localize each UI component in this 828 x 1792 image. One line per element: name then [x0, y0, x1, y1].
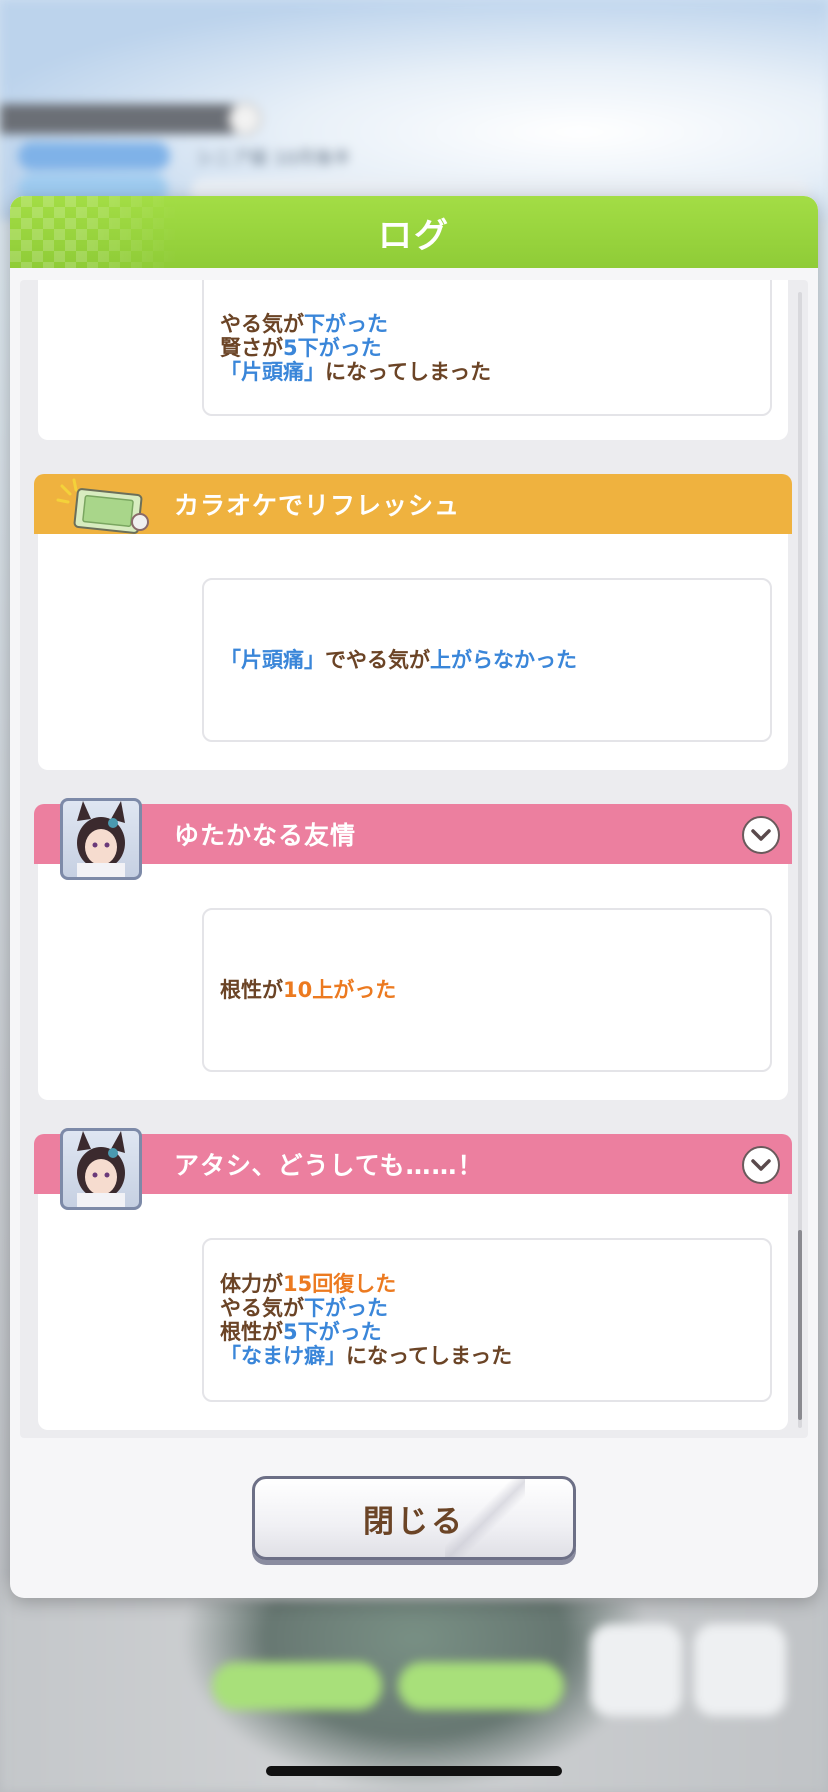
log-line: 根性が10上がった — [220, 978, 397, 1002]
stat-pill — [18, 142, 170, 170]
log-line: やる気が下がった — [220, 312, 388, 336]
status-circle — [228, 102, 262, 136]
log-entry: カラオケでリフレッシュ 「片頭痛」でやる気が上がらなかった — [34, 474, 792, 770]
log-line: 「なまけ癖」になってしまった — [220, 1344, 513, 1368]
log-entry-title: ゆたかなる友情 — [174, 821, 357, 850]
header-pattern — [10, 196, 180, 268]
log-line: 体力が15回復した — [220, 1272, 397, 1296]
home-indicator[interactable] — [266, 1766, 562, 1776]
log-line: 根性が5下がった — [220, 1320, 382, 1344]
log-message-box: 体力が15回復した やる気が下がった 根性が5下がった 「なまけ癖」になってしま… — [202, 1238, 772, 1402]
bg-menu-button — [694, 1624, 786, 1716]
log-message-box: 根性が10上がった — [202, 908, 772, 1072]
log-list[interactable]: やる気が下がった 賢さが5下がった 「片頭痛」になってしまった カラオケでリフレ… — [20, 280, 808, 1438]
close-button-label: 閉じる — [363, 1503, 465, 1540]
character-avatar-icon — [77, 801, 125, 877]
dialog-header: ログ — [10, 196, 818, 268]
log-entry-header: アタシ、どうしても……！ — [34, 1134, 792, 1194]
scrollbar-thumb[interactable] — [798, 1230, 802, 1420]
log-entry: アタシ、どうしても……！ 体力が15回復した やる気が下がった 根性が5下がった… — [34, 1128, 792, 1430]
character-avatar-icon — [77, 1131, 125, 1207]
log-message-box: やる気が下がった 賢さが5下がった 「片頭痛」になってしまった — [202, 280, 772, 416]
log-entry-title: カラオケでリフレッシュ — [174, 491, 461, 520]
chevron-down-icon — [751, 829, 771, 841]
karaoke-ticket-icon — [56, 478, 149, 534]
log-line: 賢さが5下がった — [220, 336, 382, 360]
turn-label: シニア級 10月後半 — [196, 148, 351, 169]
expand-chevron-button[interactable] — [742, 816, 780, 854]
bg-button — [212, 1662, 382, 1710]
character-portrait — [60, 798, 142, 880]
trainee-name-bar — [0, 104, 250, 134]
log-line: 「片頭痛」になってしまった — [220, 360, 492, 384]
log-entry-title: アタシ、どうしても……！ — [174, 1151, 484, 1180]
log-message-box: 「片頭痛」でやる気が上がらなかった — [202, 578, 772, 742]
log-entry-header: ゆたかなる友情 — [34, 804, 792, 864]
log-entry: ゆたかなる友情 根性が10上がった — [34, 798, 792, 1100]
close-button[interactable]: 閉じる — [252, 1476, 576, 1560]
chevron-down-icon — [751, 1159, 771, 1171]
bg-button — [398, 1662, 564, 1710]
log-entry: やる気が下がった 賢さが5下がった 「片頭痛」になってしまった — [38, 280, 788, 440]
log-line: やる気が下がった — [220, 1296, 388, 1320]
bg-skill-button — [590, 1624, 682, 1716]
log-line: 「片頭痛」でやる気が上がらなかった — [220, 648, 577, 672]
dialog-title: ログ — [378, 215, 450, 256]
log-dialog: ログ やる気が下がった 賢さが5下がった 「片頭痛」になってしまった カラオケで… — [10, 196, 818, 1598]
character-portrait — [60, 1128, 142, 1210]
expand-chevron-button[interactable] — [742, 1146, 780, 1184]
